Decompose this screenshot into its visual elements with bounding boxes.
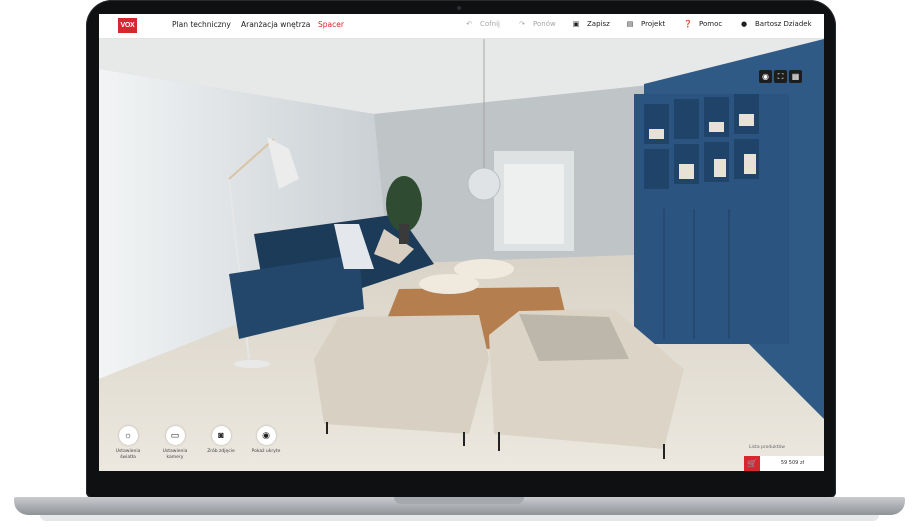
undo-icon: ↶	[466, 20, 472, 28]
camera-settings-icon: ▭	[165, 426, 185, 445]
target-icon[interactable]: ◉	[759, 70, 772, 83]
brand-logo[interactable]: VOX	[118, 18, 137, 33]
show-hidden-button[interactable]: ◉ Pokaż ukryte	[246, 426, 286, 455]
room-render	[99, 39, 824, 471]
project-icon: ▤	[626, 20, 634, 28]
laptop-shadow	[40, 515, 879, 521]
total-price: 59 509 zł	[780, 460, 804, 466]
product-list-label: Lista produktów	[749, 445, 785, 450]
undo-button[interactable]: ↶ Cofnij	[464, 20, 500, 28]
redo-icon: ↷	[519, 20, 525, 28]
laptop-notch	[394, 497, 524, 504]
tab-plan-techniczny[interactable]: Plan techniczny	[172, 20, 231, 29]
top-bar: VOX Plan techniczny Aranżacja wnętrza Sp…	[99, 14, 824, 39]
product-list-button[interactable]: 🛒 59 509 zł	[744, 456, 824, 471]
project-button[interactable]: ▤ Projekt	[625, 20, 665, 28]
user-icon: ●	[740, 20, 748, 28]
user-menu[interactable]: ● Bartosz Dziadek	[739, 20, 812, 28]
tab-aranzacja-wnetrza[interactable]: Aranżacja wnętrza	[241, 20, 310, 29]
app-screen: ◉ ⛶ ▦ VOX Plan techniczny Aranżacja wnęt…	[99, 14, 824, 471]
take-photo-button[interactable]: ◙ Zrób zdjęcie	[201, 426, 241, 455]
light-settings-button[interactable]: ☼ Ustawienia światła	[108, 426, 148, 460]
fullscreen-icon[interactable]: ⛶	[774, 70, 787, 83]
save-button[interactable]: ▣ Zapisz	[571, 20, 610, 28]
light-icon: ☼	[118, 426, 138, 445]
help-icon: ❓	[683, 20, 693, 28]
photo-icon: ◙	[211, 426, 231, 445]
tab-spacer[interactable]: Spacer	[318, 20, 344, 29]
webcam	[457, 6, 461, 10]
save-icon: ▣	[572, 20, 580, 28]
help-button[interactable]: ❓ Pomoc	[683, 20, 723, 28]
grid-icon[interactable]: ▦	[789, 70, 802, 83]
eye-icon: ◉	[256, 426, 276, 445]
camera-settings-button[interactable]: ▭ Ustawienia kamery	[155, 426, 195, 460]
room-3d-view[interactable]: ◉ ⛶ ▦	[99, 39, 824, 471]
cart-icon[interactable]: 🛒	[744, 456, 760, 471]
redo-button[interactable]: ↷ Ponów	[517, 20, 556, 28]
